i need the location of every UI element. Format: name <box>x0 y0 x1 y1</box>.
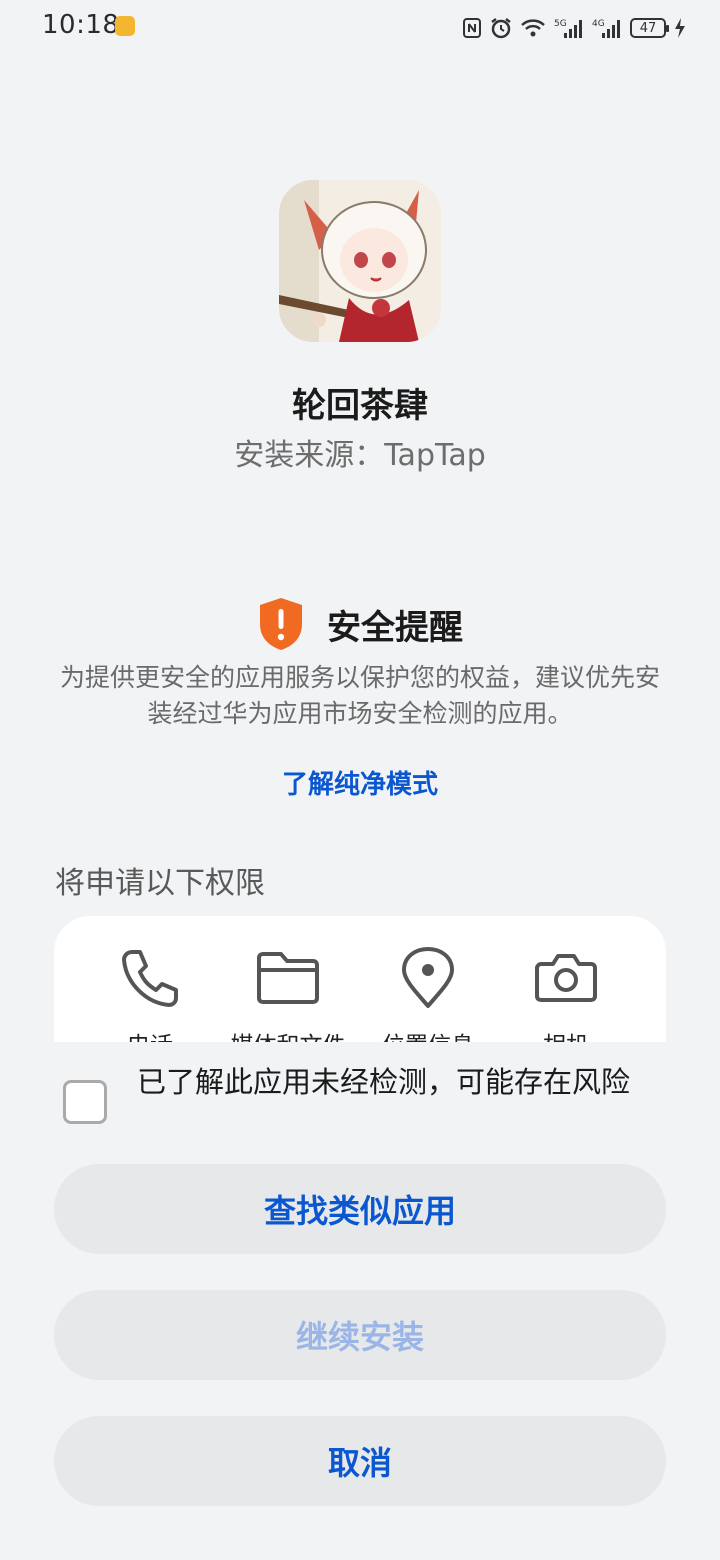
permission-phone: 电话 <box>80 946 220 1042</box>
permission-camera: 相机 <box>496 946 636 1042</box>
permissions-heading: 将申请以下权限 <box>55 866 265 901</box>
consent-text[interactable]: 已了解此应用未经检测，可能存在风险 <box>137 1064 667 1100</box>
permissions-card: 电话 媒体和文件 位置信息 相机 <box>54 916 666 1042</box>
battery-indicator: 47 <box>630 18 669 38</box>
svg-text:4G: 4G <box>592 19 605 29</box>
status-bar: 10:18 5G 4G 47 <box>0 0 720 56</box>
status-time: 10:18 <box>42 10 120 40</box>
location-icon <box>402 947 454 1008</box>
notification-app-icon <box>115 16 135 36</box>
shield-warning-icon <box>260 598 302 650</box>
cancel-button[interactable]: 取消 <box>54 1416 666 1506</box>
permission-label: 媒体和文件 <box>218 1026 358 1042</box>
app-icon <box>279 180 441 342</box>
permission-label: 位置信息 <box>358 1026 498 1042</box>
status-icons: 5G 4G 47 <box>462 13 686 43</box>
security-description: 为提供更安全的应用服务以保护您的权益，建议优先安装经过华为应用市场安全检测的应用… <box>59 663 660 728</box>
consent-checkbox[interactable] <box>63 1080 107 1124</box>
permission-label: 相机 <box>496 1026 636 1042</box>
phone-icon <box>122 950 178 1007</box>
find-similar-apps-button[interactable]: 查找类似应用 <box>54 1164 666 1254</box>
permission-label: 电话 <box>80 1026 220 1042</box>
wifi-icon <box>521 19 545 37</box>
learn-pure-mode-link[interactable]: 了解纯净模式 <box>0 764 720 801</box>
permission-location: 位置信息 <box>358 946 498 1042</box>
install-source: 安装来源：TapTap <box>234 438 486 473</box>
folder-icon <box>257 952 319 1004</box>
signal-4g-icon: 4G <box>592 19 620 38</box>
security-title: 安全提醒 <box>327 607 463 648</box>
camera-icon <box>535 954 597 1002</box>
svg-text:5G: 5G <box>554 19 567 29</box>
signal-5g-icon: 5G <box>554 19 582 38</box>
app-name: 轮回茶肆 <box>292 386 428 426</box>
nfc-icon <box>463 18 481 38</box>
permission-media: 媒体和文件 <box>218 946 358 1042</box>
security-header: 安全提醒 <box>0 596 720 652</box>
battery-level: 47 <box>639 20 657 36</box>
charging-icon <box>675 18 685 38</box>
alarm-icon <box>491 18 511 39</box>
continue-install-button[interactable]: 继续安装 <box>54 1290 666 1380</box>
